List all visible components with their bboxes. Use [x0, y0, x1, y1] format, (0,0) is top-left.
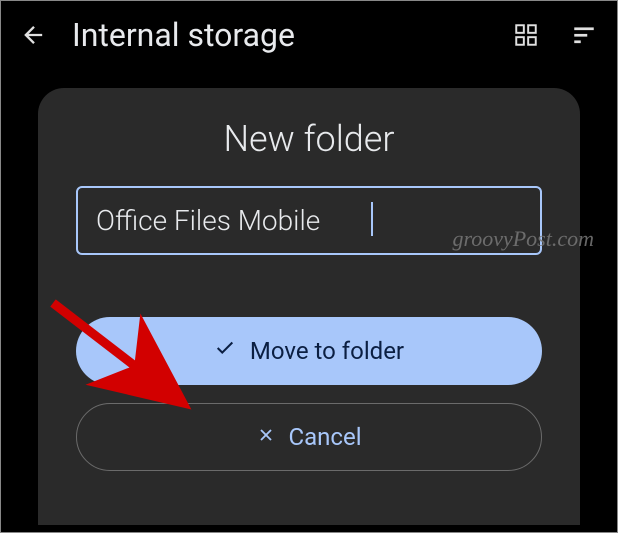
close-x-icon [256, 423, 276, 451]
cancel-button[interactable]: Cancel [76, 403, 542, 471]
check-icon [214, 337, 236, 365]
folder-name-input-wrapper[interactable] [76, 186, 542, 255]
grid-view-icon[interactable] [506, 15, 546, 55]
app-header: Internal storage [0, 0, 618, 70]
sort-icon[interactable] [564, 15, 604, 55]
primary-button-label: Move to folder [250, 337, 404, 365]
back-arrow-icon[interactable] [14, 15, 54, 55]
new-folder-dialog: New folder Move to folder Cancel [38, 88, 580, 525]
folder-name-input[interactable] [96, 204, 522, 237]
cancel-button-label: Cancel [288, 423, 361, 451]
text-cursor [371, 202, 373, 236]
dialog-title: New folder [76, 118, 542, 160]
page-title: Internal storage [72, 16, 488, 54]
move-to-folder-button[interactable]: Move to folder [76, 317, 542, 385]
